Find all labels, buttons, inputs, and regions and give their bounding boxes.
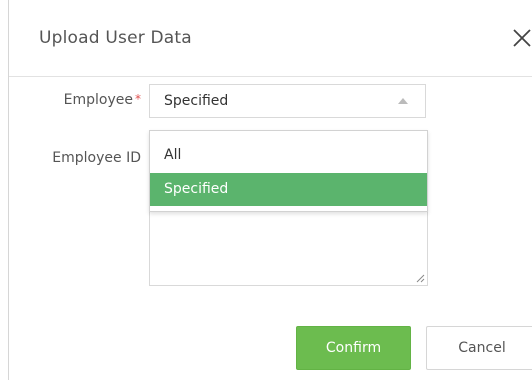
dialog-title: Upload User Data	[39, 28, 192, 48]
close-icon	[513, 29, 531, 47]
resize-handle-icon[interactable]	[415, 273, 425, 283]
employee-select-value: Specified	[164, 93, 229, 109]
cancel-button[interactable]: Cancel	[426, 326, 532, 370]
dropdown-option-specified[interactable]: Specified	[150, 173, 427, 206]
close-button[interactable]	[509, 23, 532, 51]
employee-id-label: Employee ID	[52, 150, 141, 166]
employee-label: Employee *	[9, 92, 141, 108]
caret-up-icon	[398, 98, 408, 104]
dialog-header: Upload User Data	[9, 0, 532, 77]
employee-select[interactable]: Specified	[149, 84, 426, 118]
employee-label-text: Employee	[63, 92, 133, 108]
required-marker: *	[135, 92, 141, 106]
confirm-button[interactable]: Confirm	[296, 326, 411, 370]
upload-user-data-dialog: Upload User Data Employee * Specified Emp…	[8, 0, 532, 380]
dropdown-option-all[interactable]: All	[150, 139, 427, 172]
employee-dropdown-menu: All Specified	[149, 130, 428, 212]
